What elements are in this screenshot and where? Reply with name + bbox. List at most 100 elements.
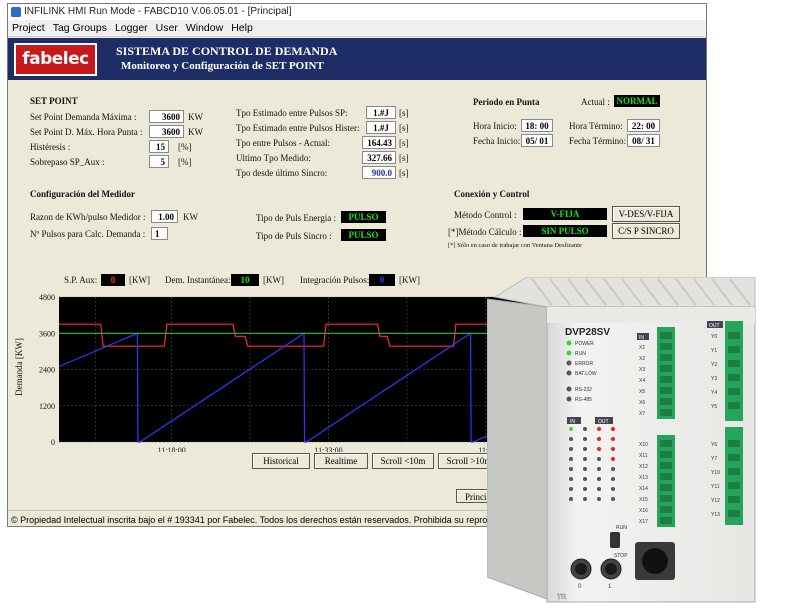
menu-bar: Project Tag Groups Logger User Window Help [8,20,706,37]
io-led-icon [583,497,587,501]
setpoint-hora-punta-field[interactable]: 3600 [149,125,184,138]
fecha-inicio-field[interactable]: 05/ 01 [521,134,553,147]
io-led-icon [583,487,587,491]
tiempo-label-2: Tpo entre Pulsos - Actual: [236,138,330,148]
status-led-label: BAT.LOW [575,371,597,377]
io-led-icon [583,447,587,451]
razon-field[interactable]: 1.00 [151,210,178,223]
menu-window[interactable]: Window [182,20,227,36]
razon-label: Razon de KWh/pulso Medidor : [30,212,146,222]
tiempo-value-2: 164.43 [362,136,396,149]
scroll-back-button[interactable]: Scroll <10m [372,453,434,469]
input-terminal-label: X12 [639,464,648,470]
puls-sincro-label: Tipo de Puls Sincro : [256,231,332,241]
y-tick-label: 1200 [39,402,55,411]
run-stop-switch[interactable] [610,532,620,548]
input-terminal-label: X2 [639,356,645,362]
in-label-top: IN [639,335,644,341]
terminal-screw-icon [728,346,740,353]
historical-button[interactable]: Historical [252,453,310,469]
actual-label: Actual : [581,97,610,107]
setpoint-label-0: Set Point Demanda Máxima : [30,112,137,122]
comm-led-icon [566,386,572,392]
terminal-screw-icon [728,402,740,409]
cs-p-sincro-button[interactable]: C/S P SINCRO [612,223,680,239]
io-led-icon [611,427,615,431]
dem-unit: [KW] [263,275,284,285]
io-led-icon [611,447,615,451]
input-terminal-label: X14 [639,486,648,492]
menu-tag-groups[interactable]: Tag Groups [49,20,111,36]
hora-termino-field[interactable]: 22: 00 [627,119,660,132]
terminal-screw-icon [728,496,740,503]
tiempo-unit-1: [s] [399,123,409,133]
v-des-v-fija-button[interactable]: V-DES/V-FIJA [612,206,680,222]
io-led-icon [597,427,601,431]
terminal-screw-icon [660,398,672,405]
terminal-screw-icon [728,332,740,339]
io-led-icon [597,437,601,441]
output-terminal-label: Y13 [711,512,720,518]
terminal-screw-icon [728,468,740,475]
puls-energia-label: Tipo de Puls Energía : [256,213,337,223]
input-terminal-label: X7 [639,411,645,417]
input-terminal-label: X1 [639,345,645,351]
io-led-icon [597,477,601,481]
setpoint-demanda-max-field[interactable]: 3600 [149,110,184,123]
tiempo-unit-0: [s] [399,108,409,118]
fecha-termino-field[interactable]: 08/ 31 [627,134,660,147]
status-led-icon [566,360,572,366]
terminal-screw-icon [728,440,740,447]
tiempo-value-4: 900.0 [362,166,396,179]
y-tick-label: 3600 [39,329,55,338]
razon-unit: KW [183,212,198,222]
tiempo-label-4: Tpo desde último Sincro: [236,168,328,178]
input-terminal-block-upper [657,327,675,419]
io-led-icon [611,487,615,491]
plc-model: DVP28SV [565,327,610,338]
terminal-screw-icon [660,376,672,383]
terminal-screw-icon [660,387,672,394]
histeresis-field[interactable]: 15 [149,140,169,153]
setpoint-unit-2: [%] [178,142,192,152]
setpoint-label-3: Sobrepaso SP_Aux : [30,157,105,167]
output-terminal-label: Y12 [711,498,720,504]
out-label-mid: OUT [598,419,609,425]
actual-status: NORMAL [614,95,660,107]
io-led-icon [597,467,601,471]
integ-value: 0 [369,274,395,286]
tiempo-unit-2: [s] [399,138,409,148]
x-tick-label: 11:33:00 [314,446,342,452]
menu-help[interactable]: Help [227,20,257,36]
sobrepaso-field[interactable]: 5 [149,155,169,168]
io-led-icon [597,457,601,461]
io-led-icon [583,427,587,431]
tiempo-label-1: Tpo Estimado entre Pulsos Hister: [236,123,360,133]
pulsos-field[interactable]: 1 [151,227,168,240]
dem-value: 10 [231,274,259,286]
io-led-icon [569,457,573,461]
setpoint-unit-0: KW [188,112,203,122]
tiempo-unit-4: [s] [399,168,409,178]
integ-label: Integración Pulsos: [300,275,370,285]
input-terminal-label: X3 [639,367,645,373]
metodo-note: [*] Sólo en caso de trabajar con Ventana… [448,242,582,249]
status-led-icon [566,370,572,376]
hora-inicio-field[interactable]: 18: 00 [521,119,553,132]
realtime-button[interactable]: Realtime [314,453,368,469]
status-led-icon [566,350,572,356]
io-led-icon [583,437,587,441]
tiempo-value-1: 1.#J [366,121,396,134]
io-led-icon [611,467,615,471]
plc-run-label: RUN [616,525,627,531]
fecha-termino-label: Fecha Término: [569,136,627,146]
tiempo-label-3: Ultimo Tpo Medido: [236,153,311,163]
terminal-screw-icon [660,409,672,416]
io-led-icon [569,427,573,431]
terminal-screw-icon [728,388,740,395]
menu-project[interactable]: Project [8,20,49,36]
tiempo-value-3: 327.66 [362,151,396,164]
menu-user[interactable]: User [152,20,182,36]
menu-logger[interactable]: Logger [111,20,152,36]
plc-photo: DVP28SV POWER RUN ERROR BAT.LOW RS-232 RS-485… [487,277,756,603]
